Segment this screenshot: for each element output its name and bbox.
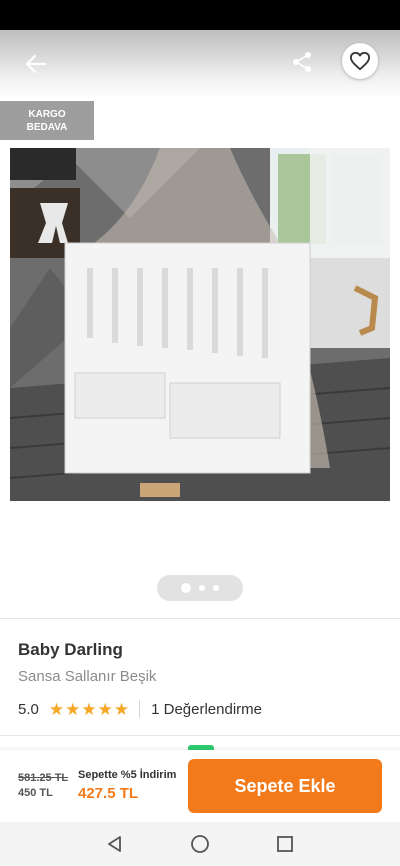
nav-back-button[interactable] bbox=[103, 832, 127, 856]
promo-label: Sepette %5 İndirim bbox=[78, 769, 177, 781]
rating-value: 5.0 bbox=[18, 700, 39, 718]
image-pager[interactable] bbox=[157, 575, 243, 601]
star-icon: ★ bbox=[81, 699, 97, 719]
rating-row[interactable]: 5.0 ★ ★ ★ ★ ★ 1 Değerlendirme bbox=[18, 699, 262, 719]
back-button[interactable] bbox=[20, 48, 52, 80]
crib-photo bbox=[10, 148, 390, 501]
heart-outline-icon bbox=[349, 51, 370, 71]
old-price: 581.25 TL bbox=[18, 772, 69, 784]
star-icon: ★ bbox=[65, 699, 81, 719]
divider bbox=[0, 618, 400, 619]
nav-recents-button[interactable] bbox=[273, 832, 297, 856]
share-icon bbox=[293, 52, 311, 72]
product-image[interactable] bbox=[10, 148, 390, 501]
product-name: Sansa Sallanır Beşik bbox=[18, 668, 157, 685]
divider bbox=[0, 735, 400, 736]
add-to-cart-button[interactable]: Sepete Ekle bbox=[188, 759, 382, 813]
favorite-button[interactable] bbox=[342, 43, 378, 79]
status-bar bbox=[0, 0, 400, 30]
final-price: 427.5 TL bbox=[78, 785, 139, 802]
star-icon: ★ bbox=[48, 699, 65, 719]
system-nav-bar bbox=[0, 822, 400, 866]
square-recents-icon bbox=[277, 836, 293, 852]
badge-line-1: KARGO bbox=[28, 109, 66, 120]
top-bar bbox=[0, 30, 400, 98]
arrow-left-icon bbox=[25, 54, 47, 74]
rating-stars: ★ ★ ★ ★ ★ bbox=[49, 701, 129, 718]
star-icon: ★ bbox=[97, 699, 113, 719]
triangle-back-icon bbox=[108, 836, 121, 852]
pager-dot-2[interactable] bbox=[199, 585, 205, 591]
star-icon: ★ bbox=[113, 699, 130, 719]
pager-dot-3[interactable] bbox=[213, 585, 219, 591]
circle-home-icon bbox=[191, 835, 209, 853]
free-shipping-badge: KARGO BEDAVA bbox=[0, 101, 94, 140]
product-brand[interactable]: Baby Darling bbox=[18, 640, 123, 660]
review-count-link[interactable]: 1 Değerlendirme bbox=[151, 701, 262, 718]
price-bar: 581.25 TL 450 TL Sepette %5 İndirim 427.… bbox=[0, 750, 400, 822]
base-price: 450 TL bbox=[18, 787, 53, 799]
nav-home-button[interactable] bbox=[188, 832, 212, 856]
rating-separator bbox=[139, 700, 141, 718]
share-button[interactable] bbox=[286, 46, 318, 78]
badge-line-2: BEDAVA bbox=[26, 122, 68, 133]
pager-dot-1[interactable] bbox=[181, 583, 191, 593]
